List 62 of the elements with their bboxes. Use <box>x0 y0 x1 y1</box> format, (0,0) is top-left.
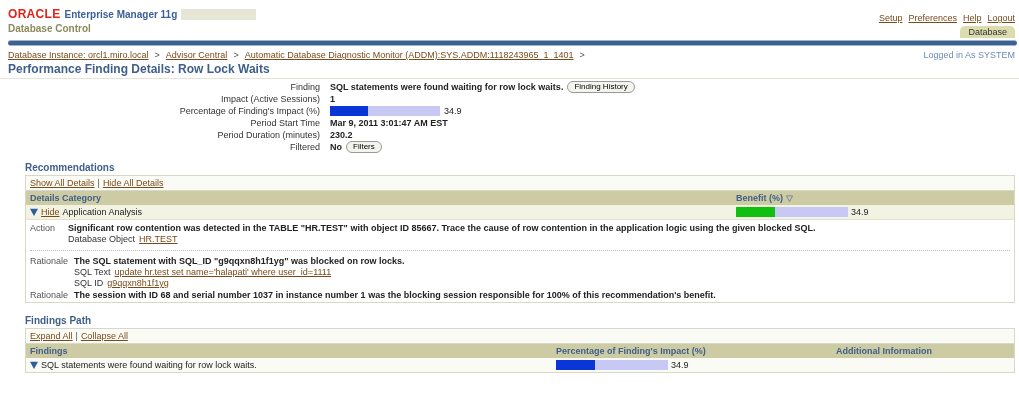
tab[interactable]: Database <box>960 26 1015 38</box>
sub-label: Database Object <box>68 234 136 244</box>
brand-logo: ORACLE <box>8 7 61 21</box>
global-link[interactable]: Help <box>962 13 982 23</box>
link[interactable]: g9qqxn8h1f1yg <box>107 278 169 288</box>
field-label: Finding <box>289 81 320 93</box>
field-value: No <box>330 141 342 153</box>
breadcrumb-link[interactable]: Advisor Central <box>165 50 228 60</box>
page-title: Performance Finding Details: Row Lock Waits <box>0 60 1019 79</box>
link[interactable]: Collapse All <box>80 331 128 341</box>
column-header: Percentage of Finding's Impact (%) <box>556 346 707 356</box>
bar-reading: 34.9 <box>671 360 689 370</box>
sub-label: SQL ID <box>74 278 104 288</box>
breadcrumb-separator: > <box>154 50 160 60</box>
finding-text: SQL statements were found waiting for row lock waits. <box>41 360 257 370</box>
category-name: Application Analysis <box>62 207 143 217</box>
global-link[interactable]: Setup <box>878 13 903 23</box>
field-value: Mar 9, 2011 3:01:47 AM EST <box>330 117 448 129</box>
product-subtitle: Database Control <box>8 23 92 34</box>
field-label: Filtered <box>289 141 320 153</box>
entry-text: The session with ID 68 and serial number 1037 in instance number 1 was the blocking session responsible for 100% of this recommendation's benefit. <box>74 290 716 300</box>
product-name: Enterprise Manager 11g <box>64 8 178 20</box>
login-status: Logged in As SYSTEM <box>923 50 1015 60</box>
breadcrumb-link[interactable]: Database Instance: orcl1.miro.local <box>8 50 149 60</box>
section-heading: Findings Path <box>25 315 93 326</box>
field-label: Period Start Time <box>249 117 320 129</box>
separator: | <box>75 331 78 341</box>
link[interactable]: Expand All <box>30 331 73 341</box>
field-value: 230.2 <box>330 129 353 141</box>
breadcrumb-separator: > <box>579 50 585 60</box>
column-header: Details Category <box>30 193 103 203</box>
field-label: Period Duration (minutes) <box>216 129 320 141</box>
field-label: Impact (Active Sessions) <box>219 93 320 105</box>
column-header: Additional Information <box>836 346 933 356</box>
hide-link[interactable]: Hide <box>41 207 60 217</box>
separator: | <box>97 178 100 188</box>
breadcrumb-link[interactable]: Automatic Database Diagnostic Monitor (ADDM):SYS.ADDM:1118243965_1_1401 <box>244 50 574 60</box>
column-header: Findings <box>30 346 69 356</box>
button[interactable]: Filters <box>346 141 382 153</box>
entry-text: Significant row contention was detected in the TABLE "HR.TEST" with object ID 85667. Trace the cause of row contention in the application logic using the given blocked SQL. <box>68 223 816 233</box>
bar-reading: 34.9 <box>851 207 869 217</box>
bar-reading: 34.9 <box>444 105 462 117</box>
expanded-triangle-icon[interactable] <box>30 361 38 369</box>
global-link[interactable]: Logout <box>987 13 1015 23</box>
breadcrumb-separator: > <box>233 50 239 60</box>
entry-text: The SQL statement with SQL_ID "g9qqxn8h1f1yg" was blocked on row locks. <box>74 256 405 266</box>
button[interactable]: Finding History <box>567 81 635 93</box>
link[interactable]: HR.TEST <box>139 234 178 244</box>
entry-label: Rationale <box>30 256 69 268</box>
link[interactable]: Show All Details <box>30 178 95 188</box>
field-value: SQL statements were found waiting for row lock waits. <box>330 81 564 93</box>
field-value: 1 <box>330 93 335 105</box>
link[interactable]: update hr.test set name='halapati' where user_id=1111 <box>114 267 332 277</box>
section-heading: Recommendations <box>25 162 116 173</box>
global-link[interactable]: Preferences <box>908 13 957 23</box>
expanded-triangle-icon[interactable] <box>30 208 38 216</box>
column-header: Benefit (%) <box>736 193 783 203</box>
field-label: Percentage of Finding's Impact (%) <box>178 105 320 117</box>
entry-label: Rationale <box>30 290 69 300</box>
link[interactable]: Hide All Details <box>102 178 164 188</box>
entry-label: Action <box>30 223 56 235</box>
sub-label: SQL Text <box>74 267 111 277</box>
